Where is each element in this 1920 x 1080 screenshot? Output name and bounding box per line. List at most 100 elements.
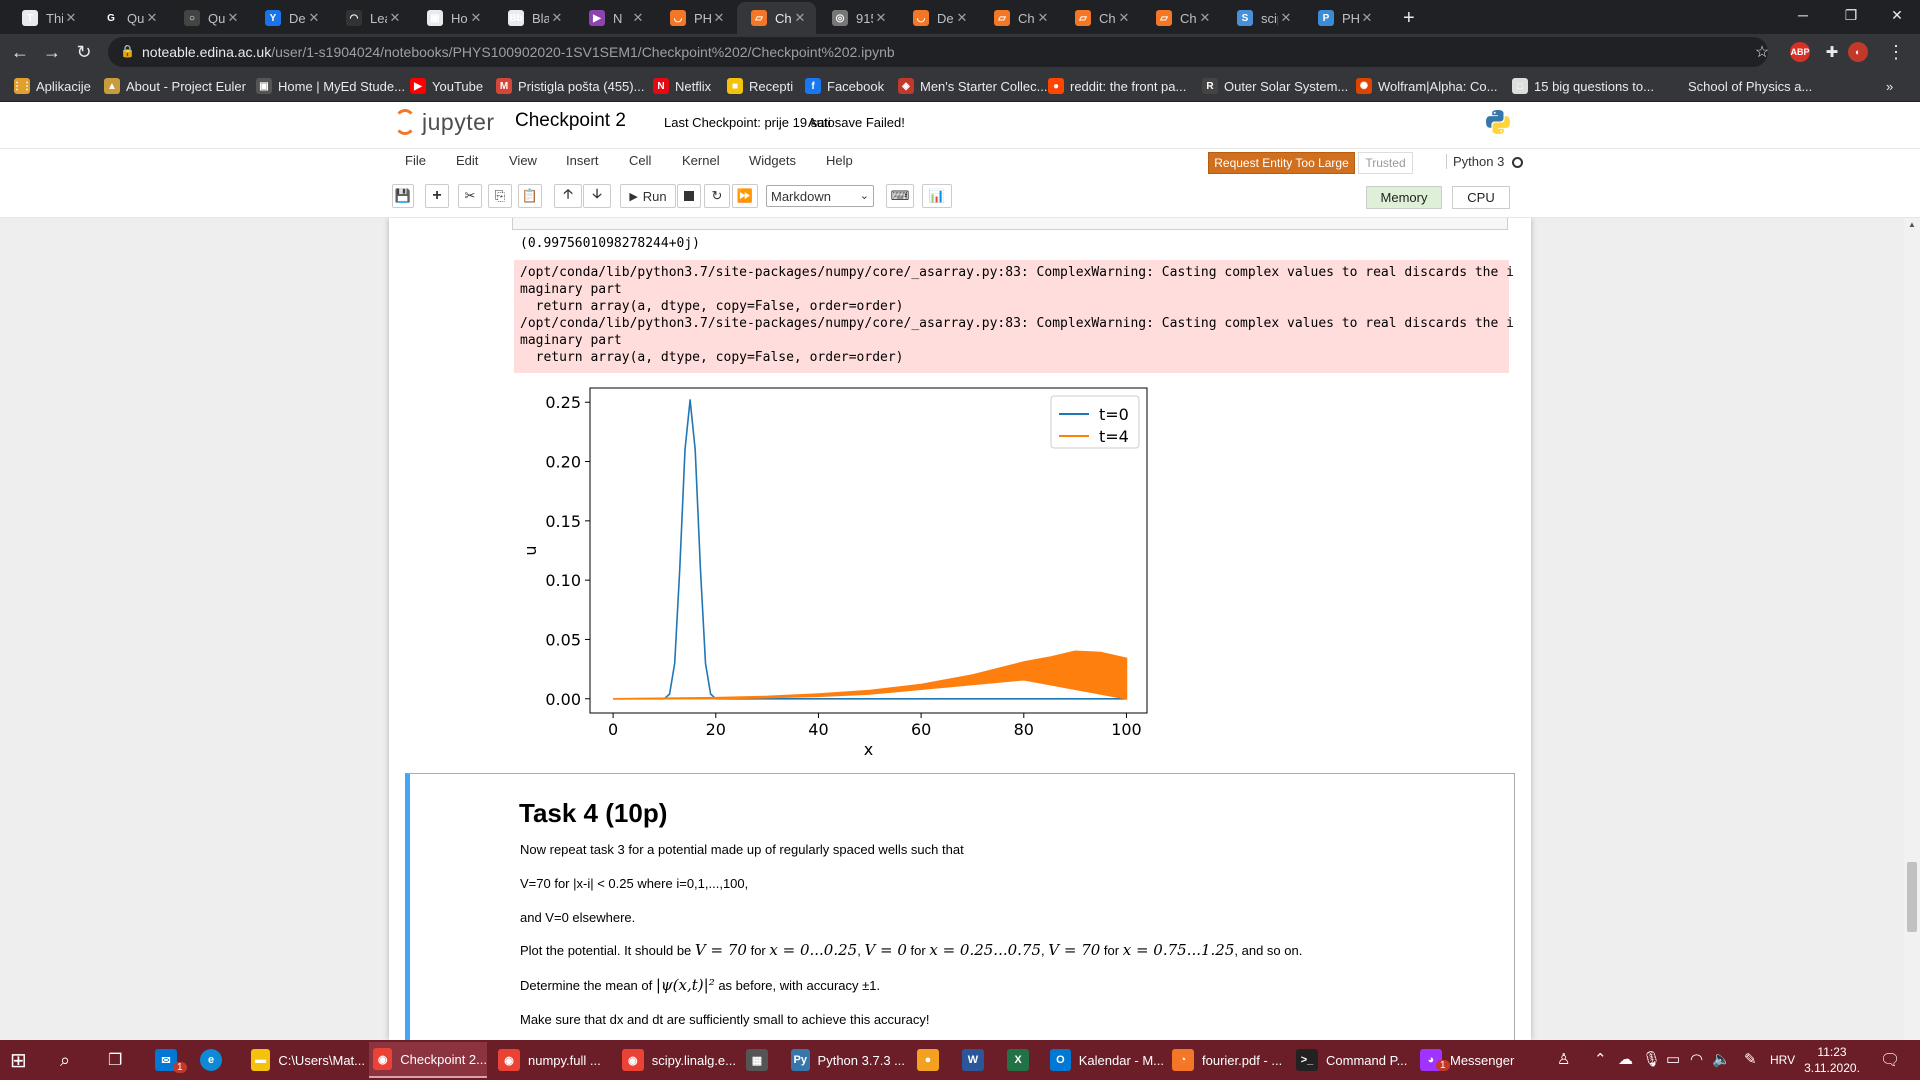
back-icon[interactable]: ←	[8, 40, 32, 64]
taskbar-app[interactable]: ◕ Messenger 1	[1416, 1042, 1534, 1078]
system-clock[interactable]: 11:23 3.11.2020.	[1802, 1044, 1862, 1076]
browser-tab[interactable]: ▱ Chapt✕	[1061, 2, 1140, 34]
bar-chart-icon[interactable]: 📊	[922, 184, 952, 208]
notifications-icon[interactable]: 🗨	[1880, 1050, 1900, 1070]
copy-icon[interactable]: ⎘	[488, 184, 512, 208]
move-down-icon[interactable]: 🡣	[583, 184, 611, 208]
keyboard-icon[interactable]: ⌨	[886, 184, 914, 208]
interrupt-icon[interactable]	[677, 184, 701, 208]
trusted-indicator[interactable]: Trusted	[1358, 152, 1413, 174]
taskbar-app[interactable]: ◔ fourier.pdf - ...	[1168, 1042, 1286, 1078]
bookmark-item[interactable]: ● reddit: the front pa...	[1048, 77, 1186, 95]
bookmark-item[interactable]: □ 15 big questions to...	[1512, 77, 1654, 95]
browser-tab[interactable]: ▱ Chapt✕	[980, 2, 1059, 34]
battery-icon[interactable]: ▭	[1666, 1050, 1680, 1068]
scrollbar-thumb[interactable]	[1907, 862, 1917, 932]
notebook-name[interactable]: Checkpoint 2	[515, 110, 626, 132]
taskbar-app[interactable]: Py Python 3.7.3 ...	[787, 1042, 905, 1078]
tab-close-icon[interactable]: ✕	[63, 10, 79, 26]
reload-icon[interactable]: ↻	[72, 40, 96, 64]
menu-insert[interactable]: Insert	[566, 153, 599, 168]
browser-tab[interactable]: ▶ N ✕	[575, 2, 654, 34]
volume-icon[interactable]: 🔈	[1712, 1050, 1731, 1068]
bookmark-item[interactable]: R Outer Solar System...	[1202, 77, 1348, 95]
mail-app-icon[interactable]: ✉ 1	[155, 1042, 187, 1078]
input-language[interactable]: HRV	[1770, 1053, 1795, 1067]
tab-close-icon[interactable]: ✕	[1035, 10, 1051, 26]
tab-close-icon[interactable]: ✕	[954, 10, 970, 26]
browser-tab[interactable]: Y Deuts✕	[251, 2, 330, 34]
address-bar[interactable]: 🔒 noteable.edina.ac.uk/user/1-s1904024/n…	[108, 37, 1768, 67]
menu-help[interactable]: Help	[826, 153, 853, 168]
browser-tab[interactable]: ○ Quant✕	[170, 2, 249, 34]
tab-close-icon[interactable]: ✕	[1116, 10, 1132, 26]
previous-code-cell[interactable]	[512, 218, 1508, 230]
pen-icon[interactable]: ✎	[1744, 1050, 1757, 1068]
cell-type-select[interactable]: Markdown ⌄	[766, 185, 874, 207]
bookmark-item[interactable]: ■ Recepti	[727, 77, 793, 95]
start-windows-icon[interactable]: ⊞	[10, 1042, 36, 1078]
tab-close-icon[interactable]: ✕	[549, 10, 565, 26]
taskbar-app[interactable]: W	[958, 1042, 992, 1078]
cpu-button[interactable]: CPU	[1452, 186, 1510, 209]
restore-window-icon[interactable]: ❐	[1828, 0, 1874, 30]
tab-close-icon[interactable]: ✕	[873, 10, 889, 26]
close-window-icon[interactable]: ✕	[1874, 0, 1920, 30]
taskbar-app[interactable]: ◉ scipy.linalg.e...	[618, 1042, 736, 1078]
taskbar-app[interactable]: ▬ C:\Users\Mat...	[247, 1042, 365, 1078]
restart-icon[interactable]: ↻	[704, 184, 730, 208]
bookmark-item[interactable]: ✺ Wolfram|Alpha: Co...	[1356, 77, 1497, 95]
onedrive-icon[interactable]: ☁	[1618, 1050, 1633, 1068]
bookmark-item[interactable]: ▣ Home | MyEd Stude...	[256, 77, 405, 95]
menu-edit[interactable]: Edit	[456, 153, 478, 168]
edge-app-icon[interactable]: e	[200, 1042, 230, 1078]
insert-cell-icon[interactable]: +	[425, 184, 449, 208]
bookmark-item[interactable]: N Netflix	[653, 77, 711, 95]
adblock-extension-icon[interactable]: ABP	[1790, 42, 1810, 62]
bookmark-item[interactable]: f Facebook	[805, 77, 884, 95]
person-tray-icon[interactable]: ♙	[1557, 1050, 1570, 1068]
scroll-up-arrow-icon[interactable]: ▲	[1905, 220, 1919, 232]
browser-tab[interactable]: G Quant✕	[89, 2, 168, 34]
bookmark-item[interactable]: ▲ About - Project Euler	[104, 77, 246, 95]
move-up-icon[interactable]: 🡡	[554, 184, 582, 208]
browser-tab[interactable]: ◠ Learn✕	[332, 2, 411, 34]
run-button[interactable]: ▶ Run	[620, 184, 676, 208]
microphone-icon[interactable]: 🎙	[1642, 1050, 1661, 1068]
bookmark-star-icon[interactable]: ☆	[1750, 40, 1774, 64]
browser-tab[interactable]: ◡ PHYS✕	[656, 2, 735, 34]
tab-close-icon[interactable]: ✕	[1278, 10, 1294, 26]
browser-tab[interactable]: ◡ Deskt✕	[899, 2, 978, 34]
browser-tab[interactable]: ▱ Chapt✕	[1142, 2, 1221, 34]
bookmark-item[interactable]: School of Physics a...	[1688, 77, 1812, 95]
browser-tab[interactable]: ▱ Check✕	[737, 2, 816, 34]
bookmark-item[interactable]: ◈ Men's Starter Collec...	[898, 77, 1047, 95]
tab-close-icon[interactable]: ✕	[792, 10, 808, 26]
tab-close-icon[interactable]: ✕	[468, 10, 484, 26]
tab-close-icon[interactable]: ✕	[630, 10, 646, 26]
browser-menu-icon[interactable]: ⋮	[1884, 40, 1908, 64]
tab-close-icon[interactable]: ✕	[144, 10, 160, 26]
tab-close-icon[interactable]: ✕	[1359, 10, 1375, 26]
task-view-icon[interactable]: ❐	[108, 1042, 122, 1078]
taskbar-app[interactable]: ●	[913, 1042, 947, 1078]
tab-close-icon[interactable]: ✕	[711, 10, 727, 26]
bookmarks-overflow-icon[interactable]: »	[1886, 77, 1893, 95]
menu-kernel[interactable]: Kernel	[682, 153, 720, 168]
cut-icon[interactable]: ✂	[458, 184, 482, 208]
tab-close-icon[interactable]: ✕	[225, 10, 241, 26]
extensions-puzzle-icon[interactable]: ✚	[1820, 40, 1844, 64]
request-error-badge[interactable]: Request Entity Too Large	[1208, 152, 1355, 174]
tab-close-icon[interactable]: ✕	[306, 10, 322, 26]
menu-file[interactable]: File	[405, 153, 426, 168]
paste-icon[interactable]: 📋	[518, 184, 542, 208]
browser-tab[interactable]: ◎ 91589✕	[818, 2, 897, 34]
save-icon[interactable]: 💾	[392, 184, 414, 208]
taskbar-app[interactable]: >_ Command P...	[1292, 1042, 1410, 1078]
new-tab-button[interactable]: +	[1389, 2, 1419, 34]
tab-close-icon[interactable]: ✕	[1197, 10, 1213, 26]
menu-cell[interactable]: Cell	[629, 153, 651, 168]
forward-icon[interactable]: →	[40, 40, 64, 64]
taskbar-app[interactable]: X	[1003, 1042, 1037, 1078]
browser-tab[interactable]: Bb Blackb✕	[494, 2, 573, 34]
